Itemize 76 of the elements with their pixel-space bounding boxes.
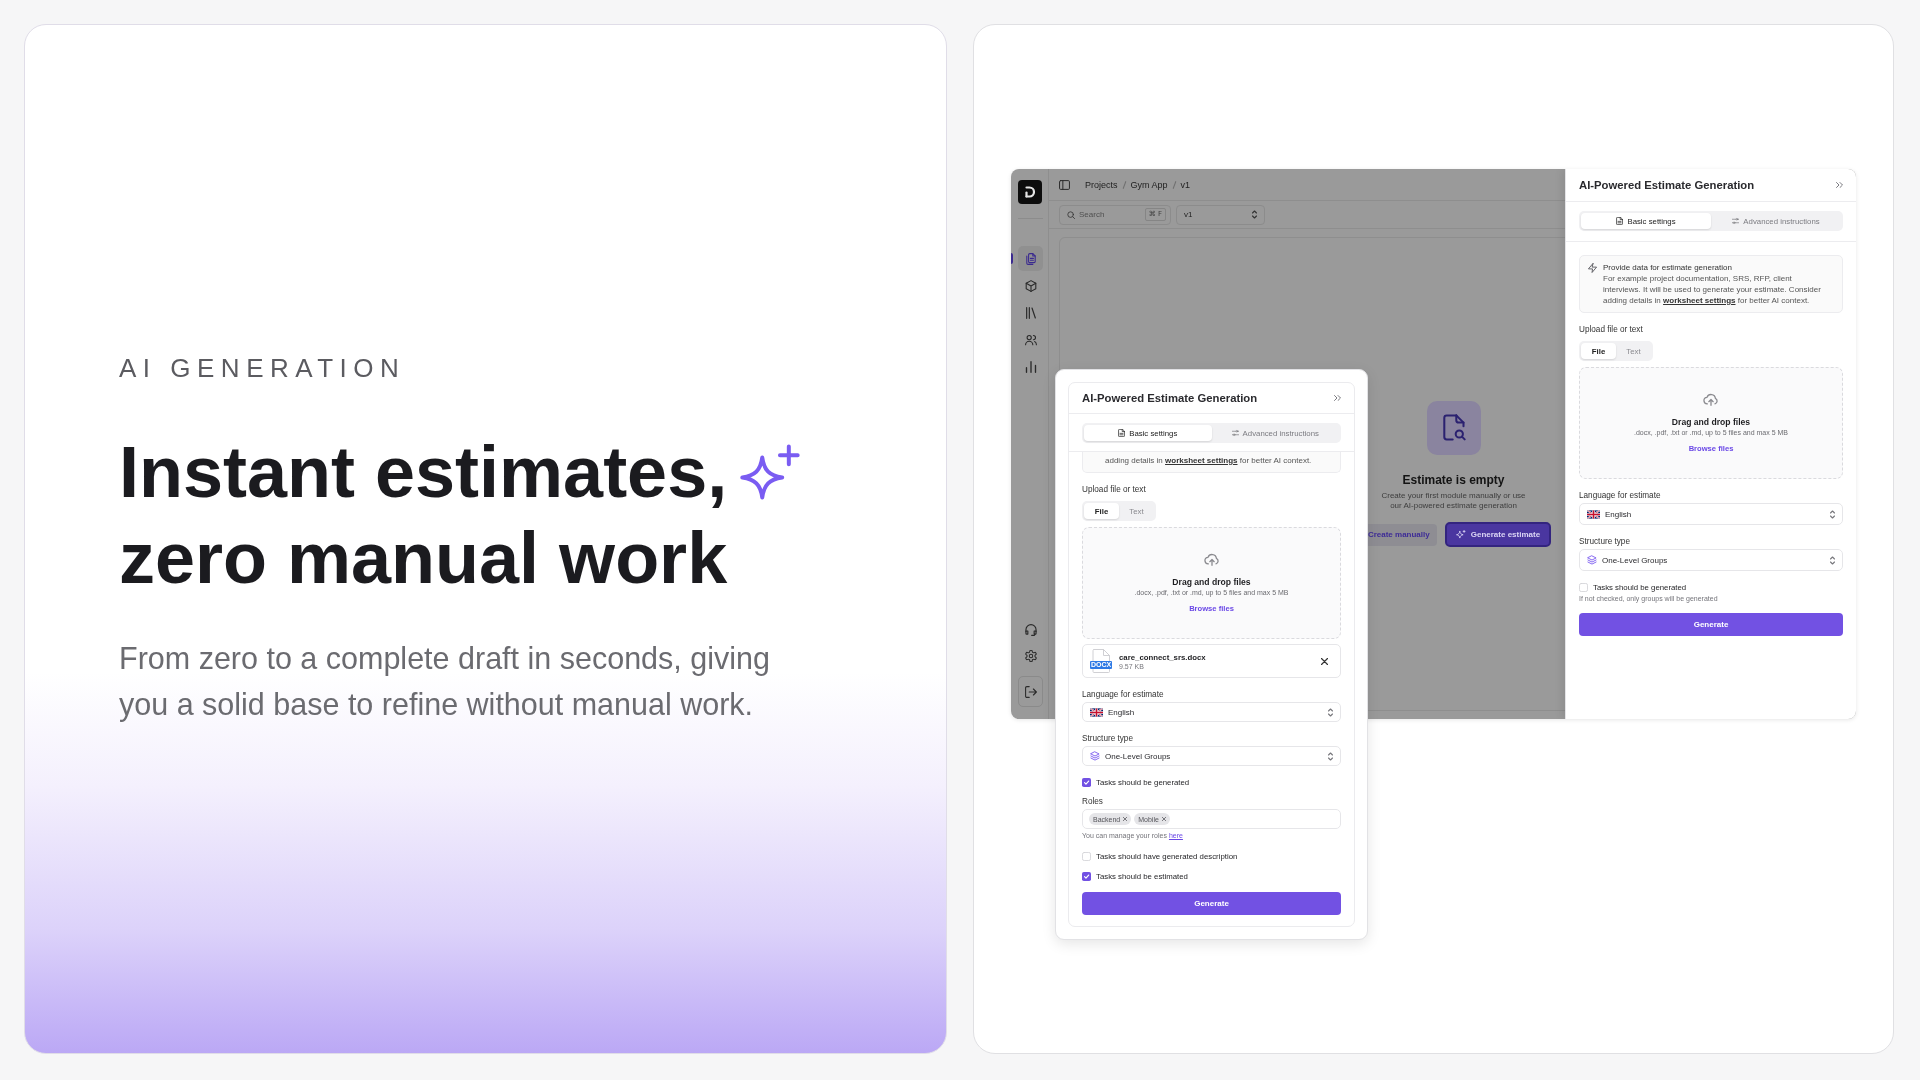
generate-button[interactable]: Generate bbox=[1579, 613, 1843, 636]
checkbox[interactable] bbox=[1082, 777, 1091, 787]
description: From zero to a complete draft in seconds, giving you a solid base to refine without manual work. bbox=[119, 640, 771, 724]
logout-icon bbox=[1024, 685, 1037, 698]
double-chevron-icon[interactable] bbox=[1334, 395, 1341, 401]
field-label: Language for estimate bbox=[1579, 490, 1661, 501]
info-title: Provide data for estimate generation bbox=[1603, 262, 1732, 273]
empty-state-description: Create your first module manually or use our AI-powered estimate generation bbox=[1380, 491, 1527, 510]
logo-icon[interactable] bbox=[1018, 180, 1042, 204]
empty-state-title: Estimate is empty bbox=[1402, 473, 1505, 487]
headline: Instant estimates, bbox=[119, 431, 728, 514]
field-label: Roles bbox=[1082, 796, 1103, 807]
sparkle-icon bbox=[739, 442, 802, 502]
headline: zero manual work bbox=[119, 517, 728, 600]
up-down-chevron-icon bbox=[1252, 210, 1257, 219]
field-label: Upload file or text bbox=[1579, 324, 1643, 335]
select-field[interactable]: One-Level Groups bbox=[1579, 549, 1843, 571]
headset-icon bbox=[1024, 623, 1037, 636]
worksheet-settings-link[interactable]: worksheet settings bbox=[1165, 456, 1238, 465]
cloud-upload-icon bbox=[1203, 552, 1220, 566]
sidebar-item[interactable] bbox=[1018, 246, 1043, 271]
version-select[interactable]: v1 bbox=[1176, 204, 1265, 225]
sliders-icon bbox=[1732, 217, 1740, 225]
select-field[interactable]: One-Level Groups bbox=[1082, 746, 1341, 766]
lightning-icon bbox=[1588, 263, 1597, 273]
up-down-chevron-icon bbox=[1830, 555, 1835, 565]
breadcrumb-item[interactable]: v1 bbox=[1180, 179, 1191, 190]
remove-icon[interactable] bbox=[1123, 817, 1128, 821]
cube-icon bbox=[1024, 279, 1037, 292]
document-icon bbox=[1118, 429, 1126, 437]
users-icon bbox=[1024, 333, 1037, 346]
flag-icon bbox=[1090, 707, 1103, 717]
breadcrumb-item[interactable]: Projects bbox=[1085, 179, 1118, 190]
document-icon bbox=[1616, 217, 1624, 225]
search-input[interactable]: Search bbox=[1079, 210, 1141, 219]
select-field[interactable]: English bbox=[1082, 702, 1341, 722]
sidebar-item[interactable] bbox=[1018, 676, 1043, 707]
sidebar-toggle-icon[interactable] bbox=[1059, 179, 1070, 190]
info-text: adding details in worksheet settings for better AI context. bbox=[1105, 455, 1313, 466]
drop-title: Drag and drop files bbox=[1671, 416, 1751, 428]
up-down-chevron-icon bbox=[1328, 751, 1333, 761]
double-chevron-icon[interactable] bbox=[1836, 182, 1843, 188]
drop-title: Drag and drop files bbox=[1172, 576, 1251, 588]
layers-icon bbox=[1090, 751, 1100, 761]
field-label: Structure type bbox=[1082, 733, 1133, 744]
create-manually-button[interactable]: Create manually bbox=[1365, 523, 1437, 546]
checkbox[interactable] bbox=[1082, 851, 1091, 861]
up-down-chevron-icon bbox=[1830, 509, 1835, 519]
layers-icon bbox=[1587, 555, 1597, 565]
books-icon bbox=[1024, 306, 1037, 319]
settings-icon bbox=[1024, 649, 1037, 662]
field-label: Upload file or text bbox=[1082, 484, 1146, 495]
field-label: Language for estimate bbox=[1082, 689, 1164, 700]
search-icon bbox=[1067, 210, 1075, 219]
close-icon[interactable] bbox=[1321, 657, 1328, 665]
cloud-upload-icon bbox=[1703, 392, 1719, 406]
generate-button[interactable]: Generate bbox=[1082, 892, 1341, 915]
checkbox[interactable] bbox=[1579, 582, 1588, 592]
breadcrumb-item[interactable]: Gym App bbox=[1130, 179, 1168, 190]
panel-title: AI-Powered Estimate Generation bbox=[1579, 179, 1755, 191]
remove-icon[interactable] bbox=[1161, 817, 1166, 821]
checkbox[interactable] bbox=[1082, 871, 1091, 881]
sparkle-icon bbox=[1455, 530, 1466, 539]
info-text: For example project documentation, SRS, RFP, client interviews. It will be used to generate your estimate. Consider adding details in worksheet settings for better AI context. bbox=[1603, 273, 1822, 306]
generate-estimate-button[interactable]: Generate estimate bbox=[1444, 522, 1552, 547]
bar-chart-icon bbox=[1024, 360, 1037, 373]
panel-title: AI-Powered Estimate Generation bbox=[1082, 392, 1258, 404]
flag-icon bbox=[1587, 509, 1600, 519]
document-search-icon bbox=[1426, 401, 1481, 455]
select-field[interactable]: English bbox=[1579, 503, 1843, 525]
up-down-chevron-icon bbox=[1328, 707, 1333, 717]
worksheet-settings-link[interactable]: worksheet settings bbox=[1663, 296, 1736, 305]
eyebrow-label: AI GENERATION bbox=[119, 353, 406, 383]
sliders-icon bbox=[1231, 429, 1239, 437]
field-label: Structure type bbox=[1579, 536, 1630, 547]
documents-icon bbox=[1024, 252, 1037, 265]
